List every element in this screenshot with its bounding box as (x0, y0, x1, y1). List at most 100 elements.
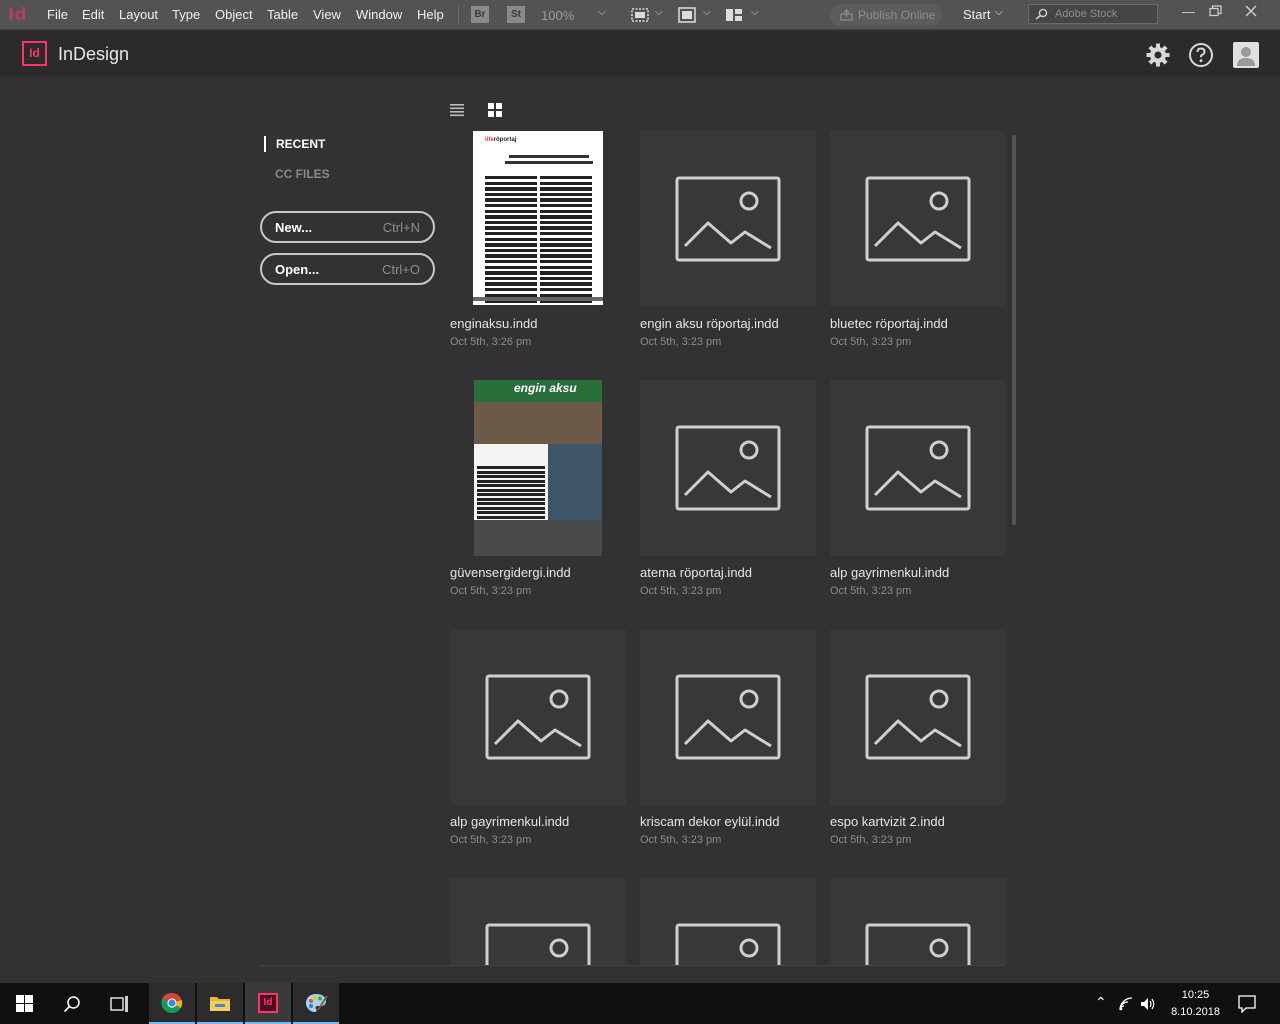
search-icon[interactable] (63, 995, 81, 1013)
indesign-taskbar-button[interactable]: Id (245, 983, 291, 1024)
menu-window[interactable]: Window (356, 7, 402, 22)
volume-icon[interactable] (1140, 996, 1156, 1012)
file-date: Oct 5th, 3:23 pm (640, 336, 722, 348)
file-date: Oct 5th, 3:23 pm (640, 585, 722, 597)
menu-edit[interactable]: Edit (82, 7, 104, 22)
file-thumbnail-tile[interactable] (830, 131, 1006, 307)
file-name[interactable]: enginaksu.indd (450, 316, 537, 331)
menu-view[interactable]: View (313, 7, 341, 22)
image-placeholder-icon (865, 674, 971, 760)
windows-taskbar: Id ⌃ 10:25 8.10.2018 (0, 983, 1280, 1024)
chrome-taskbar-button[interactable] (149, 983, 195, 1024)
grid-view-icon[interactable] (487, 102, 503, 118)
minimize-icon[interactable]: — (1182, 4, 1195, 19)
file-thumbnail-tile[interactable] (640, 629, 816, 805)
action-center-icon[interactable] (1238, 995, 1256, 1013)
list-view-icon[interactable] (449, 102, 465, 118)
file-thumbnail-tile[interactable] (450, 878, 626, 965)
file-thumbnail-tile[interactable] (830, 878, 1006, 965)
file-explorer-taskbar-button[interactable] (197, 983, 243, 1024)
windows-start-icon[interactable] (16, 995, 33, 1012)
nav-recent[interactable]: RECENT (264, 136, 325, 152)
file-thumbnail-tile[interactable]: engin aksu (450, 380, 626, 556)
image-placeholder-icon (865, 425, 971, 511)
file-date: Oct 5th, 3:23 pm (450, 834, 532, 846)
file-name[interactable]: alp gayrimenkul.indd (450, 814, 569, 829)
menu-help[interactable]: Help (417, 7, 444, 22)
menu-object[interactable]: Object (215, 7, 253, 22)
file-date: Oct 5th, 3:23 pm (830, 585, 912, 597)
network-icon[interactable] (1118, 996, 1134, 1012)
menu-type[interactable]: Type (172, 7, 200, 22)
document-thumbnail: liferöportaj (473, 131, 603, 305)
workspace-switcher[interactable]: Start (963, 7, 990, 22)
new-document-button[interactable]: New... Ctrl+N (260, 211, 435, 243)
file-name[interactable]: alp gayrimenkul.indd (830, 565, 949, 580)
screen-mode-icon[interactable] (678, 7, 696, 23)
file-thumbnail-tile[interactable] (830, 380, 1006, 556)
file-thumbnail-tile[interactable] (640, 131, 816, 307)
restore-icon[interactable] (1209, 5, 1222, 17)
zoom-chevron-down-icon[interactable]: ⌵ (598, 7, 606, 18)
paint-taskbar-button[interactable] (293, 983, 339, 1024)
stock-button[interactable]: St (507, 6, 525, 23)
file-name[interactable]: atema röportaj.indd (640, 565, 752, 580)
publish-online-label: Publish Online (858, 8, 936, 22)
publish-online-button[interactable]: Publish Online (830, 4, 942, 26)
search-icon (1035, 8, 1048, 20)
image-placeholder-icon (675, 674, 781, 760)
nav-cc-files[interactable]: CC FILES (275, 167, 330, 181)
indesign-logo: Id (22, 41, 47, 66)
screen-mode-chevron-down-icon[interactable]: ⌵ (703, 7, 711, 18)
arrange-chevron-down-icon[interactable]: ⌵ (751, 7, 759, 18)
clock-time: 10:25 (1181, 989, 1210, 1001)
file-name[interactable]: espo kartvizit 2.indd (830, 814, 945, 829)
indesign-app-icon: Id (8, 5, 27, 25)
image-placeholder-icon (675, 425, 781, 511)
help-icon[interactable] (1188, 42, 1214, 68)
zoom-level[interactable]: 100% (541, 8, 574, 23)
file-date: Oct 5th, 3:23 pm (830, 336, 912, 348)
file-name[interactable]: kriscam dekor eylül.indd (640, 814, 779, 829)
gear-icon[interactable] (1145, 42, 1171, 68)
app-name: InDesign (58, 44, 130, 64)
file-thumbnail-tile[interactable] (450, 629, 626, 805)
view-options-chevron-down-icon[interactable]: ⌵ (655, 7, 663, 18)
image-placeholder-icon (485, 923, 591, 965)
new-label: New... (275, 220, 313, 235)
workspace-chevron-down-icon[interactable]: ⌵ (995, 7, 1003, 18)
image-placeholder-icon (485, 674, 591, 760)
new-shortcut: Ctrl+N (382, 220, 420, 235)
menu-table[interactable]: Table (267, 7, 298, 22)
file-name[interactable]: güvensergidergi.indd (450, 565, 571, 580)
menu-file[interactable]: File (47, 7, 68, 22)
task-view-icon[interactable] (110, 996, 129, 1012)
user-avatar-icon[interactable] (1233, 42, 1259, 68)
image-placeholder-icon (675, 176, 781, 262)
paint-palette-icon (306, 994, 328, 1012)
menu-layout[interactable]: Layout (119, 7, 158, 22)
file-date: Oct 5th, 3:23 pm (830, 834, 912, 846)
close-icon[interactable] (1245, 5, 1257, 17)
file-name[interactable]: bluetec röportaj.indd (830, 316, 948, 331)
system-clock[interactable]: 10:25 8.10.2018 (1171, 987, 1220, 1021)
grid-scrollbar[interactable] (1012, 135, 1016, 525)
bridge-button[interactable]: Br (471, 6, 489, 23)
search-placeholder: Adobe Stock (1055, 8, 1118, 20)
menu-divider (458, 6, 459, 24)
view-options-icon[interactable] (631, 8, 649, 22)
file-date: Oct 5th, 3:23 pm (640, 834, 722, 846)
file-date: Oct 5th, 3:26 pm (450, 336, 532, 348)
file-thumbnail-tile[interactable] (640, 380, 816, 556)
publish-icon (840, 9, 853, 21)
arrange-documents-icon[interactable] (725, 8, 743, 22)
adobe-stock-search-input[interactable]: Adobe Stock (1028, 4, 1158, 24)
file-thumbnail-tile[interactable] (830, 629, 1006, 805)
indesign-taskbar-icon: Id (258, 993, 278, 1013)
open-document-button[interactable]: Open... Ctrl+O (260, 253, 435, 285)
file-thumbnail-tile[interactable]: liferöportaj (450, 131, 626, 307)
file-name[interactable]: engin aksu röportaj.indd (640, 316, 779, 331)
file-thumbnail-tile[interactable] (640, 878, 816, 965)
chrome-icon (161, 992, 183, 1014)
show-hidden-icons-chevron-up-icon[interactable]: ⌃ (1095, 994, 1107, 1011)
